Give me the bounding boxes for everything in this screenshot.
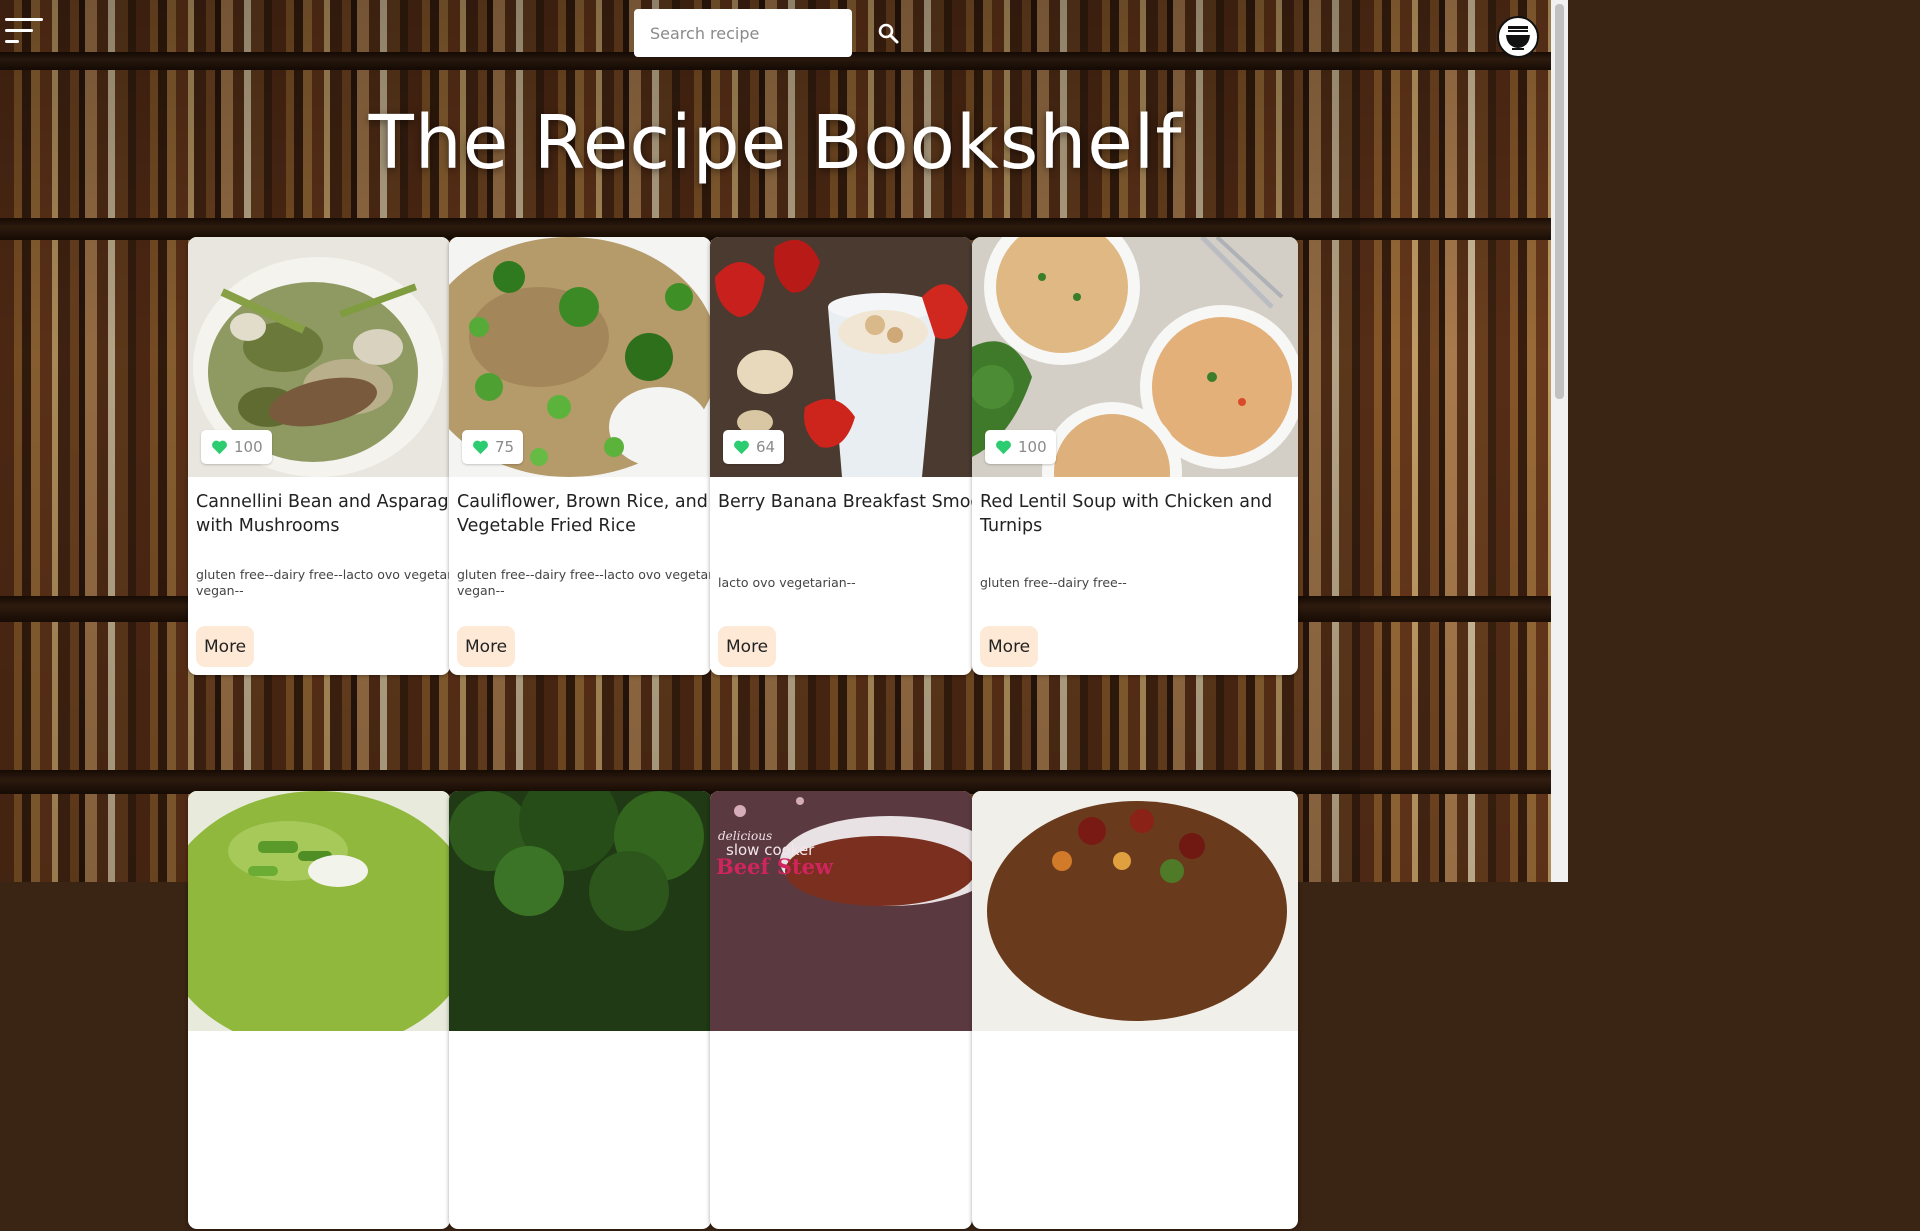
image-caption-line3: Beef Stew xyxy=(716,854,834,879)
recipe-image[interactable] xyxy=(972,791,1298,1031)
bowl-logo-icon[interactable] xyxy=(1497,16,1539,58)
recipe-grid: 100 Cannellini Bean and Asparagus with Mu… xyxy=(188,237,1298,677)
recipe-image[interactable] xyxy=(188,791,450,1031)
more-button[interactable]: More xyxy=(196,626,255,667)
likes-count: 64 xyxy=(756,438,776,456)
recipe-diets: lacto ovo vegetarian-- xyxy=(718,575,856,590)
search-icon[interactable] xyxy=(872,18,904,50)
recipe-title[interactable]: Berry Banana Breakfast Smoothie xyxy=(718,490,972,514)
recipe-card: 100 Red Lentil Soup with Chicken and Turn… xyxy=(972,237,1298,675)
likes-badge[interactable]: 100 xyxy=(985,430,1056,464)
likes-count: 75 xyxy=(495,438,515,456)
likes-count: 100 xyxy=(234,438,263,456)
recipe-diets: gluten free--dairy free--lacto ovo veget… xyxy=(196,567,450,598)
scrollbar-thumb[interactable] xyxy=(1555,4,1564,399)
recipe-title[interactable]: Red Lentil Soup with Chicken and Turnips xyxy=(980,490,1298,538)
page-title: The Recipe Bookshelf xyxy=(368,100,1183,186)
heart-icon xyxy=(212,440,227,455)
recipe-diets: gluten free--dairy free-- xyxy=(980,575,1127,590)
recipe-diets: gluten free--dairy free--lacto ovo veget… xyxy=(457,567,711,598)
recipe-title[interactable]: Cauliflower, Brown Rice, and Vegetable Fr… xyxy=(457,490,711,538)
more-button[interactable]: More xyxy=(980,626,1039,667)
recipe-card: 64 Berry Banana Breakfast Smoothie lacto… xyxy=(710,237,972,675)
recipe-card: delicious slow cooker Beef Stew xyxy=(710,791,972,1229)
likes-badge[interactable]: 64 xyxy=(723,430,785,464)
recipe-card xyxy=(188,791,450,1229)
recipe-card: 75 Cauliflower, Brown Rice, and Vegetable… xyxy=(449,237,711,675)
recipe-card xyxy=(972,791,1298,1229)
heart-icon xyxy=(734,440,749,455)
more-button[interactable]: More xyxy=(718,626,777,667)
page-scrollbar[interactable] xyxy=(1551,0,1568,882)
recipe-grid-row-2: delicious slow cooker Beef Stew xyxy=(188,791,1298,1231)
recipe-card xyxy=(449,791,711,1229)
recipe-title[interactable]: Cannellini Bean and Asparagus with Mushro… xyxy=(196,490,450,538)
recipe-card: 100 Cannellini Bean and Asparagus with Mu… xyxy=(188,237,450,675)
heart-icon xyxy=(473,440,488,455)
recipe-image[interactable] xyxy=(710,791,972,1031)
likes-count: 100 xyxy=(1018,438,1047,456)
more-button[interactable]: More xyxy=(457,626,516,667)
recipe-image[interactable] xyxy=(449,791,711,1031)
likes-badge[interactable]: 75 xyxy=(462,430,524,464)
heart-icon xyxy=(996,440,1011,455)
menu-icon[interactable] xyxy=(5,18,45,46)
likes-badge[interactable]: 100 xyxy=(201,430,272,464)
search-input[interactable] xyxy=(634,9,852,57)
